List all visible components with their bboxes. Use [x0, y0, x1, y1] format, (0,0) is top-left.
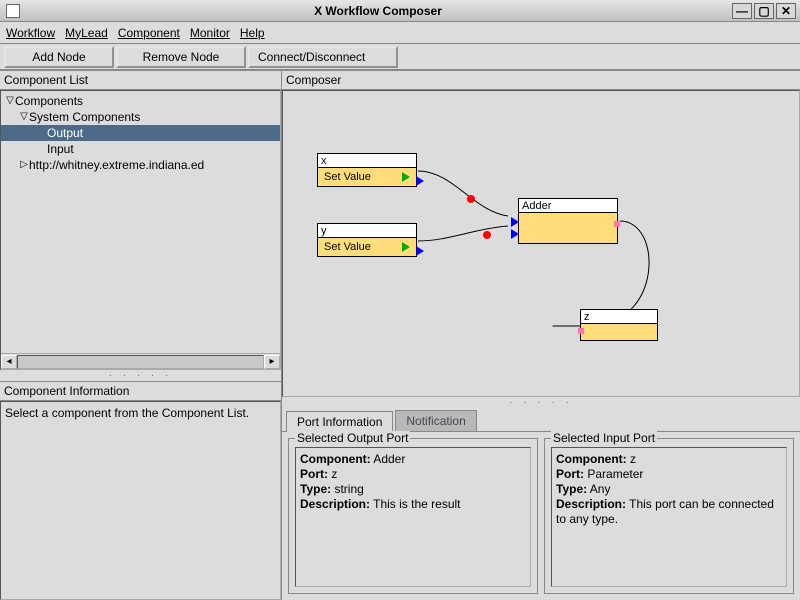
- node-z[interactable]: z: [580, 309, 658, 341]
- node-y[interactable]: y Set Value: [317, 223, 417, 257]
- expand-icon[interactable]: [19, 159, 29, 170]
- node-adder[interactable]: Adder: [518, 198, 618, 244]
- maximize-button[interactable]: ▢: [754, 3, 774, 19]
- tree-label: System Components: [29, 110, 140, 124]
- label-type: Type:: [300, 482, 331, 496]
- add-node-button[interactable]: Add Node: [4, 46, 114, 68]
- toolbar: Add Node Remove Node Connect/Disconnect: [0, 44, 800, 70]
- tree-root[interactable]: Components: [1, 93, 280, 109]
- out-desc: This is the result: [373, 497, 460, 511]
- tab-notification[interactable]: Notification: [395, 410, 476, 431]
- tree-label: Input: [47, 142, 74, 156]
- in-port: Parameter: [587, 467, 643, 481]
- tree-item-url[interactable]: http://whitney.extreme.indiana.ed: [1, 157, 280, 173]
- expand-icon[interactable]: [19, 111, 29, 122]
- port-in-1[interactable]: [511, 217, 519, 227]
- node-z-body[interactable]: [581, 324, 657, 340]
- selected-output-port-panel: Selected Output Port Component: Adder Po…: [288, 438, 538, 594]
- play-icon[interactable]: [402, 242, 410, 252]
- port-out[interactable]: [416, 176, 424, 186]
- selected-input-port-panel: Selected Input Port Component: z Port: P…: [544, 438, 794, 594]
- tabbar: Port Information Notification: [282, 408, 800, 432]
- label-component: Component:: [300, 452, 371, 466]
- splitter-v[interactable]: · · · · ·: [282, 397, 800, 408]
- menu-mylead[interactable]: MyLead: [65, 26, 108, 40]
- expand-icon[interactable]: [5, 95, 15, 106]
- menubar: Workflow MyLead Component Monitor Help: [0, 22, 800, 44]
- out-component: Adder: [373, 452, 405, 466]
- tree-group[interactable]: System Components: [1, 109, 280, 125]
- scroll-track[interactable]: [17, 355, 264, 369]
- window-title: X Workflow Composer: [26, 4, 730, 18]
- tree-item-output[interactable]: Output: [1, 125, 280, 141]
- set-value-button[interactable]: Set Value: [324, 171, 371, 183]
- port-out[interactable]: [614, 221, 620, 227]
- tree-item-input[interactable]: Input: [1, 141, 280, 157]
- connect-button[interactable]: Connect/Disconnect: [248, 46, 398, 68]
- set-value-button[interactable]: Set Value: [324, 241, 371, 253]
- menu-help[interactable]: Help: [240, 26, 792, 40]
- titlebar: X Workflow Composer — ▢ ✕: [0, 0, 800, 22]
- splitter-h[interactable]: · · · · ·: [0, 370, 281, 381]
- node-adder-title: Adder: [519, 199, 617, 213]
- tree-hscrollbar[interactable]: ◂ ▸: [1, 353, 280, 369]
- tree-label: http://whitney.extreme.indiana.ed: [29, 158, 204, 172]
- label-description: Description:: [300, 497, 370, 511]
- scroll-right-icon[interactable]: ▸: [264, 355, 280, 369]
- component-tree[interactable]: Components System Components Output Inpu…: [0, 90, 281, 370]
- window-icon: [6, 4, 20, 18]
- node-y-body[interactable]: Set Value: [318, 238, 416, 256]
- in-type: Any: [590, 482, 611, 496]
- node-x[interactable]: x Set Value: [317, 153, 417, 187]
- menu-workflow[interactable]: Workflow: [6, 26, 55, 40]
- tab-port-information[interactable]: Port Information: [286, 411, 393, 432]
- breakpoint-dot[interactable]: [483, 231, 491, 239]
- component-list-title: Component List: [0, 70, 281, 90]
- close-button[interactable]: ✕: [776, 3, 796, 19]
- output-port-legend: Selected Output Port: [295, 431, 410, 445]
- composer-title: Composer: [282, 70, 800, 90]
- remove-node-button[interactable]: Remove Node: [116, 46, 246, 68]
- port-in-2[interactable]: [511, 229, 519, 239]
- port-in[interactable]: [578, 328, 584, 334]
- component-info-text: Select a component from the Component Li…: [5, 406, 249, 420]
- play-icon[interactable]: [402, 172, 410, 182]
- out-type: string: [334, 482, 363, 496]
- node-x-title: x: [318, 154, 416, 168]
- minimize-button[interactable]: —: [732, 3, 752, 19]
- out-port: z: [331, 467, 337, 481]
- input-port-legend: Selected Input Port: [551, 431, 657, 445]
- menu-component[interactable]: Component: [118, 26, 180, 40]
- node-x-body[interactable]: Set Value: [318, 168, 416, 186]
- label-port: Port:: [300, 467, 328, 481]
- label-type: Type:: [556, 482, 587, 496]
- breakpoint-dot[interactable]: [467, 195, 475, 203]
- node-z-title: z: [581, 310, 657, 324]
- component-info-body: Select a component from the Component Li…: [0, 401, 281, 600]
- port-out[interactable]: [416, 246, 424, 256]
- scroll-left-icon[interactable]: ◂: [1, 355, 17, 369]
- node-y-title: y: [318, 224, 416, 238]
- bottom-panel: Port Information Notification Selected O…: [282, 408, 800, 600]
- tree-label: Components: [15, 94, 83, 108]
- in-component: z: [630, 452, 636, 466]
- menu-monitor[interactable]: Monitor: [190, 26, 230, 40]
- label-description: Description:: [556, 497, 626, 511]
- component-info-title: Component Information: [0, 381, 281, 401]
- composer-canvas[interactable]: x Set Value y Set Value Adder: [282, 90, 800, 397]
- node-adder-body[interactable]: [519, 213, 617, 243]
- label-port: Port:: [556, 467, 584, 481]
- label-component: Component:: [556, 452, 627, 466]
- tree-label: Output: [47, 126, 83, 140]
